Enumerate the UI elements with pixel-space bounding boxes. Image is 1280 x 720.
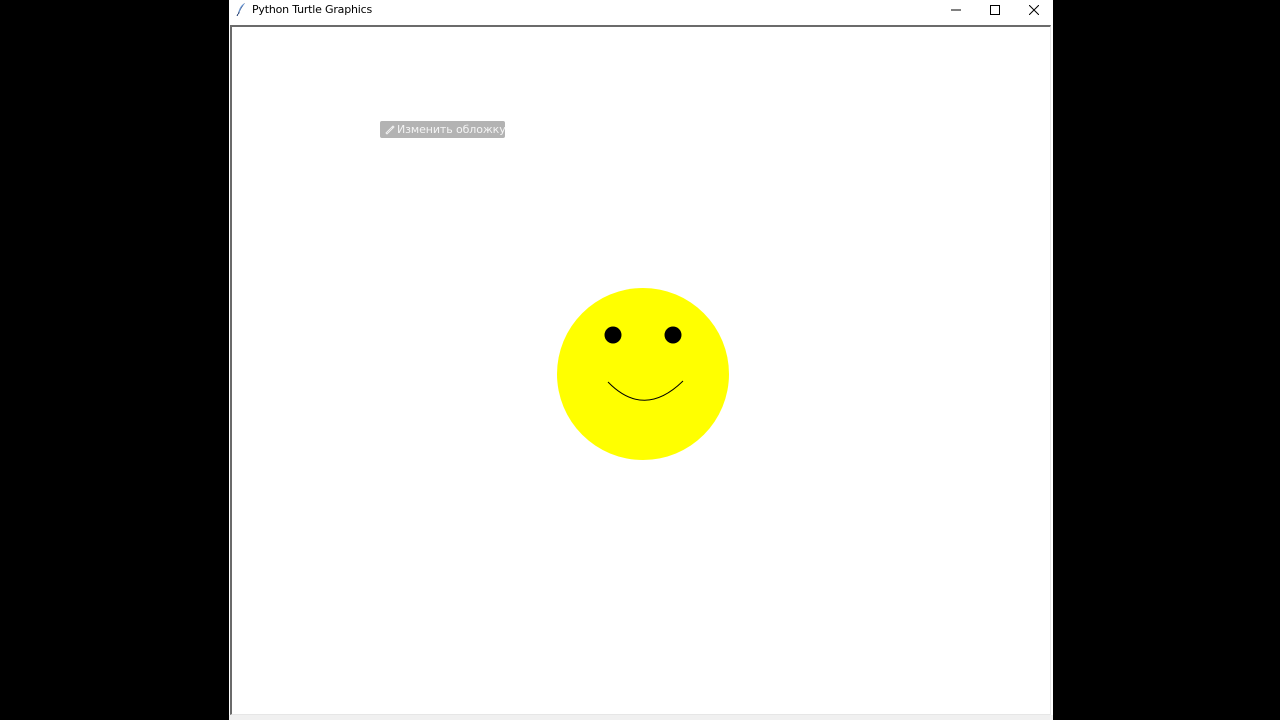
maximize-icon xyxy=(990,4,1000,15)
window-title: Python Turtle Graphics xyxy=(252,3,372,16)
maximize-button[interactable] xyxy=(975,0,1015,19)
minimize-button[interactable] xyxy=(936,0,976,19)
turtle-window: Python Turtle Graphics Изменить обложку xyxy=(229,0,1053,720)
close-icon xyxy=(1029,4,1039,15)
smiley-face-drawing xyxy=(557,288,729,460)
minimize-icon xyxy=(951,5,961,15)
window-bottom-edge xyxy=(229,715,1053,720)
title-bar[interactable]: Python Turtle Graphics xyxy=(229,0,1053,19)
feather-icon xyxy=(235,2,247,17)
change-cover-button[interactable]: Изменить обложку xyxy=(380,121,506,138)
change-cover-label: Изменить обложку xyxy=(397,123,506,136)
right-eye xyxy=(664,326,682,344)
pencil-icon xyxy=(384,124,395,135)
smiley-face xyxy=(557,288,729,460)
close-button[interactable] xyxy=(1014,0,1054,19)
left-eye xyxy=(604,326,622,344)
